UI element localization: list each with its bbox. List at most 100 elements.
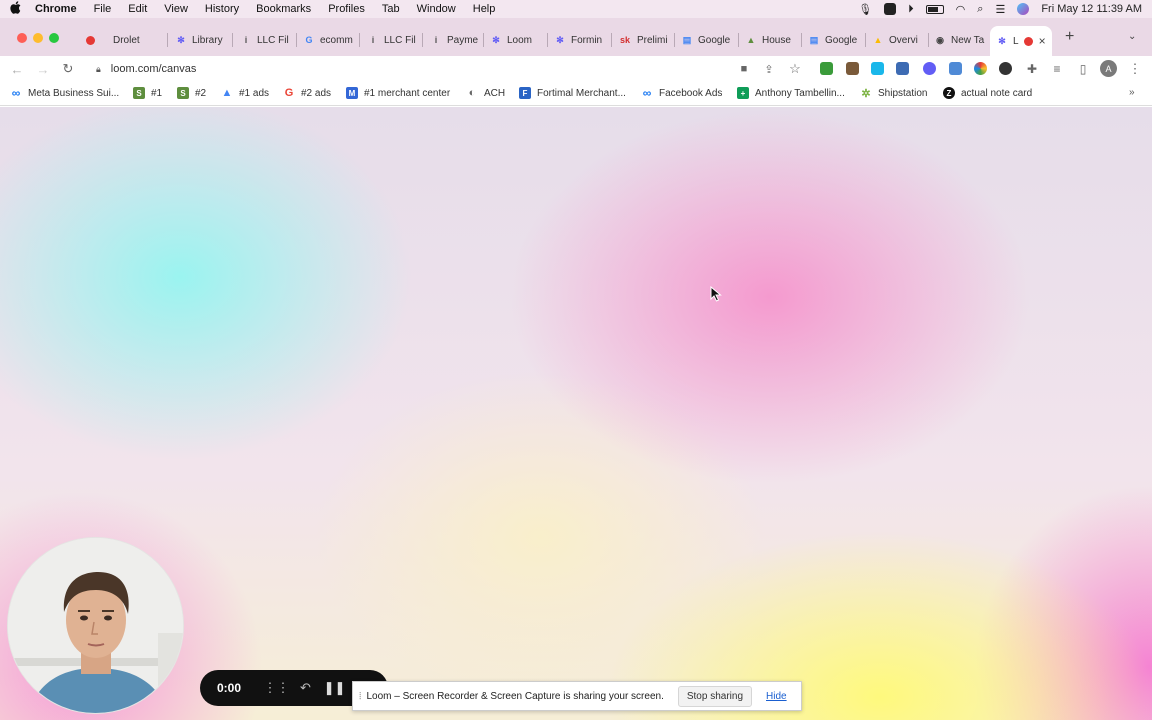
tab-payment[interactable]: i Payme <box>430 29 478 51</box>
bookmark-star-icon[interactable]: ☆ <box>786 60 804 78</box>
spotlight-search-icon[interactable]: ⌕ <box>977 3 983 16</box>
lock-icon[interactable]: 🔒︎ <box>96 64 101 75</box>
stop-sharing-button[interactable]: Stop sharing <box>677 685 753 707</box>
forward-arrow-icon[interactable]: → <box>34 60 52 78</box>
address-bar[interactable]: 🔒︎ loom.com/canvas <box>88 59 808 79</box>
menu-help[interactable]: Help <box>473 3 496 15</box>
microphone-icon[interactable]: 🎙︎ <box>858 3 872 16</box>
google-docs-icon: ▤ <box>809 34 819 45</box>
google-sheets-icon: + <box>737 87 749 99</box>
undo-restart-icon[interactable]: ↶ <box>291 680 320 696</box>
tab-separator <box>547 33 548 47</box>
extension-dark-icon[interactable] <box>999 62 1012 75</box>
close-tab-icon[interactable]: × <box>1039 34 1046 48</box>
bookmark-1[interactable]: S #1 <box>133 87 162 99</box>
tab-preliminary[interactable]: sk Prelimi <box>618 29 668 51</box>
menu-clock[interactable]: Fri May 12 11:39 AM <box>1041 3 1142 15</box>
bookmark-label: Meta Business Sui... <box>28 87 120 99</box>
zoom-window-icon[interactable] <box>49 33 59 43</box>
tab-new-tab[interactable]: ◉ New Ta <box>934 29 984 51</box>
bookmark-label: Fortimal Merchant... <box>537 87 626 99</box>
tab-llc-filing-2[interactable]: i LLC Fil <box>367 29 416 51</box>
drawing-grid-icon[interactable]: ⋮⋮ <box>262 680 291 696</box>
back-arrow-icon[interactable]: ← <box>8 60 26 78</box>
share-icon[interactable]: ⇪ <box>760 60 778 78</box>
screen-sharing-bar: ⦙⦙ Loom – Screen Recorder & Screen Captu… <box>352 681 802 711</box>
reading-list-icon[interactable]: ≡ <box>1048 60 1066 78</box>
bookmark-label: #1 ads <box>239 87 270 99</box>
menu-edit[interactable]: Edit <box>128 3 147 15</box>
side-panel-icon[interactable]: ▯ <box>1074 60 1092 78</box>
hide-button[interactable]: Hide <box>760 687 793 706</box>
pause-icon[interactable]: ❚❚ <box>320 680 349 696</box>
control-center-icon[interactable]: ☰ <box>995 3 1005 16</box>
camera-icon[interactable]: ■ <box>735 60 753 78</box>
macos-menu-bar: Chrome File Edit View History Bookmarks … <box>0 0 1152 18</box>
google-icon: G <box>284 87 294 99</box>
bookmark-merchant-center[interactable]: M #1 merchant center <box>346 87 450 99</box>
menu-window[interactable]: Window <box>417 3 456 15</box>
bookmark-shipstation[interactable]: ✲ Shipstation <box>860 87 927 100</box>
tab-drolet[interactable]: Drolet <box>86 29 140 51</box>
profile-avatar-icon[interactable]: A <box>1100 60 1117 77</box>
menu-history[interactable]: History <box>205 3 239 15</box>
play-status-icon[interactable]: ⏵ <box>908 3 914 16</box>
menu-tab[interactable]: Tab <box>382 3 400 15</box>
bookmark-facebook-ads[interactable]: ∞ Facebook Ads <box>641 86 723 100</box>
bookmark-anthony[interactable]: + Anthony Tambellin... <box>737 87 845 99</box>
bookmark-1-ads[interactable]: ▲ #1 ads <box>221 87 269 99</box>
wifi-icon[interactable]: ◠ <box>956 3 966 16</box>
extension-vimeo-icon[interactable] <box>871 62 884 75</box>
bookmark-ach[interactable]: ◐ ACH <box>466 87 505 99</box>
bookmark-label: ACH <box>484 87 506 99</box>
more-bookmarks-chevron-icon[interactable]: » <box>1129 87 1135 98</box>
menu-bookmarks[interactable]: Bookmarks <box>256 3 311 15</box>
extension-doc-icon[interactable] <box>949 62 962 75</box>
webcam-bubble[interactable] <box>7 537 184 714</box>
siri-icon[interactable] <box>1017 3 1030 15</box>
tab-overview[interactable]: ▲ Overvi <box>872 29 918 51</box>
extension-color-icon[interactable] <box>974 62 987 75</box>
chrome-menu-icon[interactable]: ⋮ <box>1126 60 1144 78</box>
apple-menu-icon[interactable] <box>10 1 21 17</box>
menu-app-name[interactable]: Chrome <box>35 3 77 15</box>
tab-separator <box>674 33 675 47</box>
tab-forming[interactable]: ✻ Formin <box>554 29 602 51</box>
tab-search-chevron-down-icon[interactable]: ⌄ <box>1128 31 1136 42</box>
menu-file[interactable]: File <box>94 3 112 15</box>
extensions-puzzle-icon[interactable]: ✚ <box>1023 60 1041 78</box>
battery-icon[interactable] <box>925 4 944 14</box>
bookmark-2-ads[interactable]: G #2 ads <box>283 87 331 99</box>
checkmark-app-icon[interactable] <box>884 3 897 15</box>
new-tab-icon[interactable]: + <box>1065 28 1074 46</box>
shipstation-icon: ✲ <box>861 87 871 100</box>
tab-library[interactable]: ✻ Library <box>175 29 222 51</box>
tab-label: Google <box>698 34 731 46</box>
extension-tools-icon[interactable] <box>846 62 859 75</box>
menu-view[interactable]: View <box>164 3 188 15</box>
tab-llc-filing[interactable]: i LLC Fil <box>240 29 289 51</box>
close-window-icon[interactable] <box>17 33 27 43</box>
extension-green-icon[interactable] <box>820 62 833 75</box>
bookmark-note-card[interactable]: Z actual note card <box>943 87 1032 99</box>
bookmark-meta-business[interactable]: ∞ Meta Business Sui... <box>10 86 120 100</box>
extension-loom-icon[interactable] <box>923 62 936 75</box>
bookmark-label: #2 ads <box>301 87 332 99</box>
menu-profiles[interactable]: Profiles <box>328 3 365 15</box>
loom-icon: ✻ <box>492 34 500 45</box>
tab-house[interactable]: ▲ House <box>745 29 791 51</box>
extension-dual-icon[interactable] <box>896 62 909 75</box>
bookmarks-bar: ∞ Meta Business Sui... S #1 S #2 ▲ #1 ad… <box>0 81 1152 106</box>
reload-icon[interactable]: ↻ <box>59 60 77 78</box>
tab-separator <box>865 33 866 47</box>
tab-loom[interactable]: ✻ Loom <box>490 29 532 51</box>
bookmark-fortimal[interactable]: F Fortimal Merchant... <box>519 87 626 99</box>
mouse-cursor-icon <box>710 286 722 302</box>
tab-google-docs[interactable]: ▤ Google <box>681 29 731 51</box>
tab-loom-active[interactable]: ✻ L × <box>990 26 1052 56</box>
minimize-window-icon[interactable] <box>33 33 43 43</box>
tab-separator <box>359 33 360 47</box>
tab-google-docs-2[interactable]: ▤ Google <box>808 29 858 51</box>
bookmark-2[interactable]: S #2 <box>177 87 206 99</box>
tab-ecomm[interactable]: G ecomm <box>303 29 352 51</box>
